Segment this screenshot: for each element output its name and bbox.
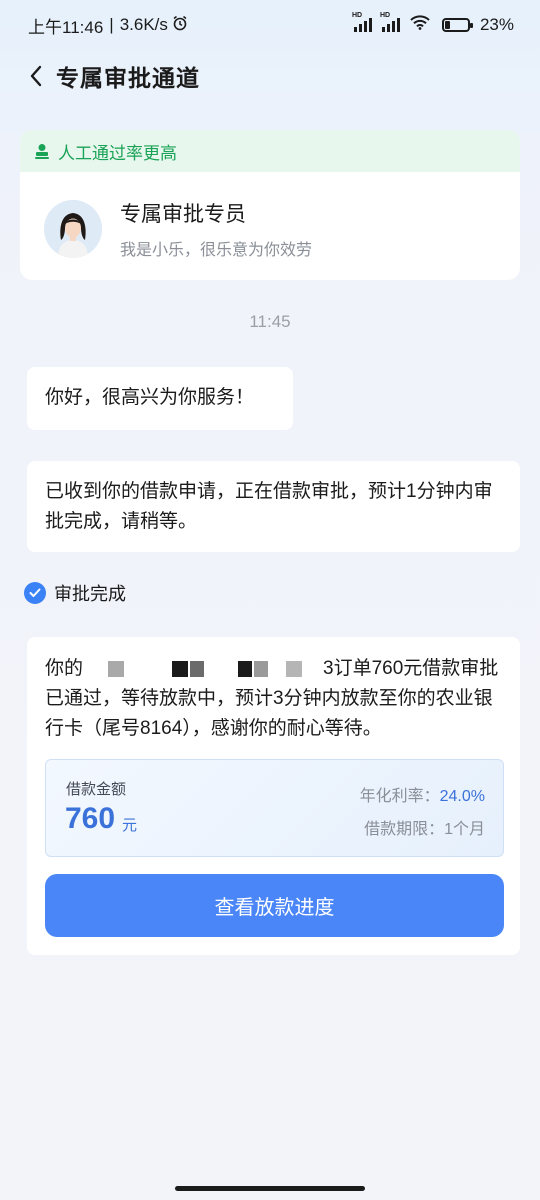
redacted-block (304, 661, 322, 677)
avatar (44, 200, 102, 258)
loan-term-value: 1个月 (444, 821, 485, 838)
status-separator: | (109, 15, 114, 34)
agent-body: 专属审批专员 我是小乐，很乐意为你效劳 (20, 172, 520, 260)
status-right: HD HD 23% (352, 12, 514, 35)
chat-timestamp: 11:45 (249, 312, 291, 331)
signal-1-icon: HD (352, 12, 372, 32)
loan-rate-value: 24.0% (439, 788, 485, 805)
redacted-block (270, 661, 284, 677)
page-header: 专属审批通道 (0, 50, 540, 102)
agent-description: 我是小乐，很乐意为你效劳 (120, 242, 313, 259)
redacted-block (172, 660, 189, 677)
chat-message: 已收到你的借款申请，正在借款审批，预计1分钟内审批完成，请稍等。 (27, 461, 520, 552)
approval-status-label: 审批完成 (54, 584, 126, 604)
redacted-block (84, 661, 106, 677)
agent-info: 专属审批专员 我是小乐，很乐意为你效劳 (120, 198, 312, 260)
result-text: 你的 3订单760元借款审批已通过，等待放款中，预计3分钟内放款至你的农业银行卡（… (45, 654, 505, 744)
redacted-block (206, 661, 236, 677)
agent-name: 专属审批专员 (120, 203, 246, 226)
loan-summary: 借款金额 760 元 年化利率：24.0% 借款期限：1个月 (45, 759, 504, 857)
loan-term-label: 借款期限： (364, 821, 445, 838)
view-disbursement-button[interactable]: 查看放款进度 (45, 874, 504, 937)
battery-icon (441, 18, 473, 32)
loan-rate: 年化利率：24.0% (360, 782, 485, 806)
result-text-prefix: 你的 (45, 658, 84, 679)
status-bar: 上午11:46 | 3.6K/s HD HD 23% (0, 0, 540, 50)
chevron-left-icon (30, 65, 42, 87)
loan-amount: 760 (65, 802, 116, 835)
loan-term: 借款期限：1个月 (364, 815, 485, 839)
battery-level (444, 21, 451, 29)
page-title: 专属审批通道 (56, 65, 200, 91)
result-card: 你的 3订单760元借款审批已通过，等待放款中，预计3分钟内放款至你的农业银行卡（… (27, 637, 520, 955)
home-indicator[interactable] (175, 1186, 365, 1191)
alarm-clock-icon (172, 15, 188, 36)
redacted-block (286, 660, 303, 677)
loan-label: 借款金额 (66, 781, 127, 798)
check-icon (24, 582, 46, 604)
agent-tag-text: 人工通过率更高 (58, 143, 177, 163)
signal-2-icon: HD (380, 12, 400, 32)
approval-status: 审批完成 (24, 580, 126, 606)
loan-unit: 元 (122, 817, 138, 834)
chat-message: 你好，很高兴为你服务！ (27, 367, 293, 430)
redacted-block (108, 660, 125, 677)
redacted-block (238, 660, 253, 677)
back-button[interactable] (16, 56, 56, 96)
agent-card: 人工通过率更高 专属审批专员 我是小乐，很乐意为你效劳 (20, 130, 520, 280)
status-time: 上午11:46 (28, 17, 104, 37)
agent-tag: 人工通过率更高 (20, 130, 520, 172)
redacted-block (254, 660, 269, 677)
user-stamp-icon (35, 144, 49, 159)
battery-percent: 23% (479, 15, 514, 34)
wifi-icon (410, 15, 430, 35)
network-speed: 3.6K/s (119, 15, 168, 34)
redacted-block (126, 661, 170, 677)
status-left: 上午11:46 | 3.6K/s (28, 13, 188, 38)
redacted-block (190, 660, 205, 677)
loan-rate-label: 年化利率： (359, 788, 440, 805)
